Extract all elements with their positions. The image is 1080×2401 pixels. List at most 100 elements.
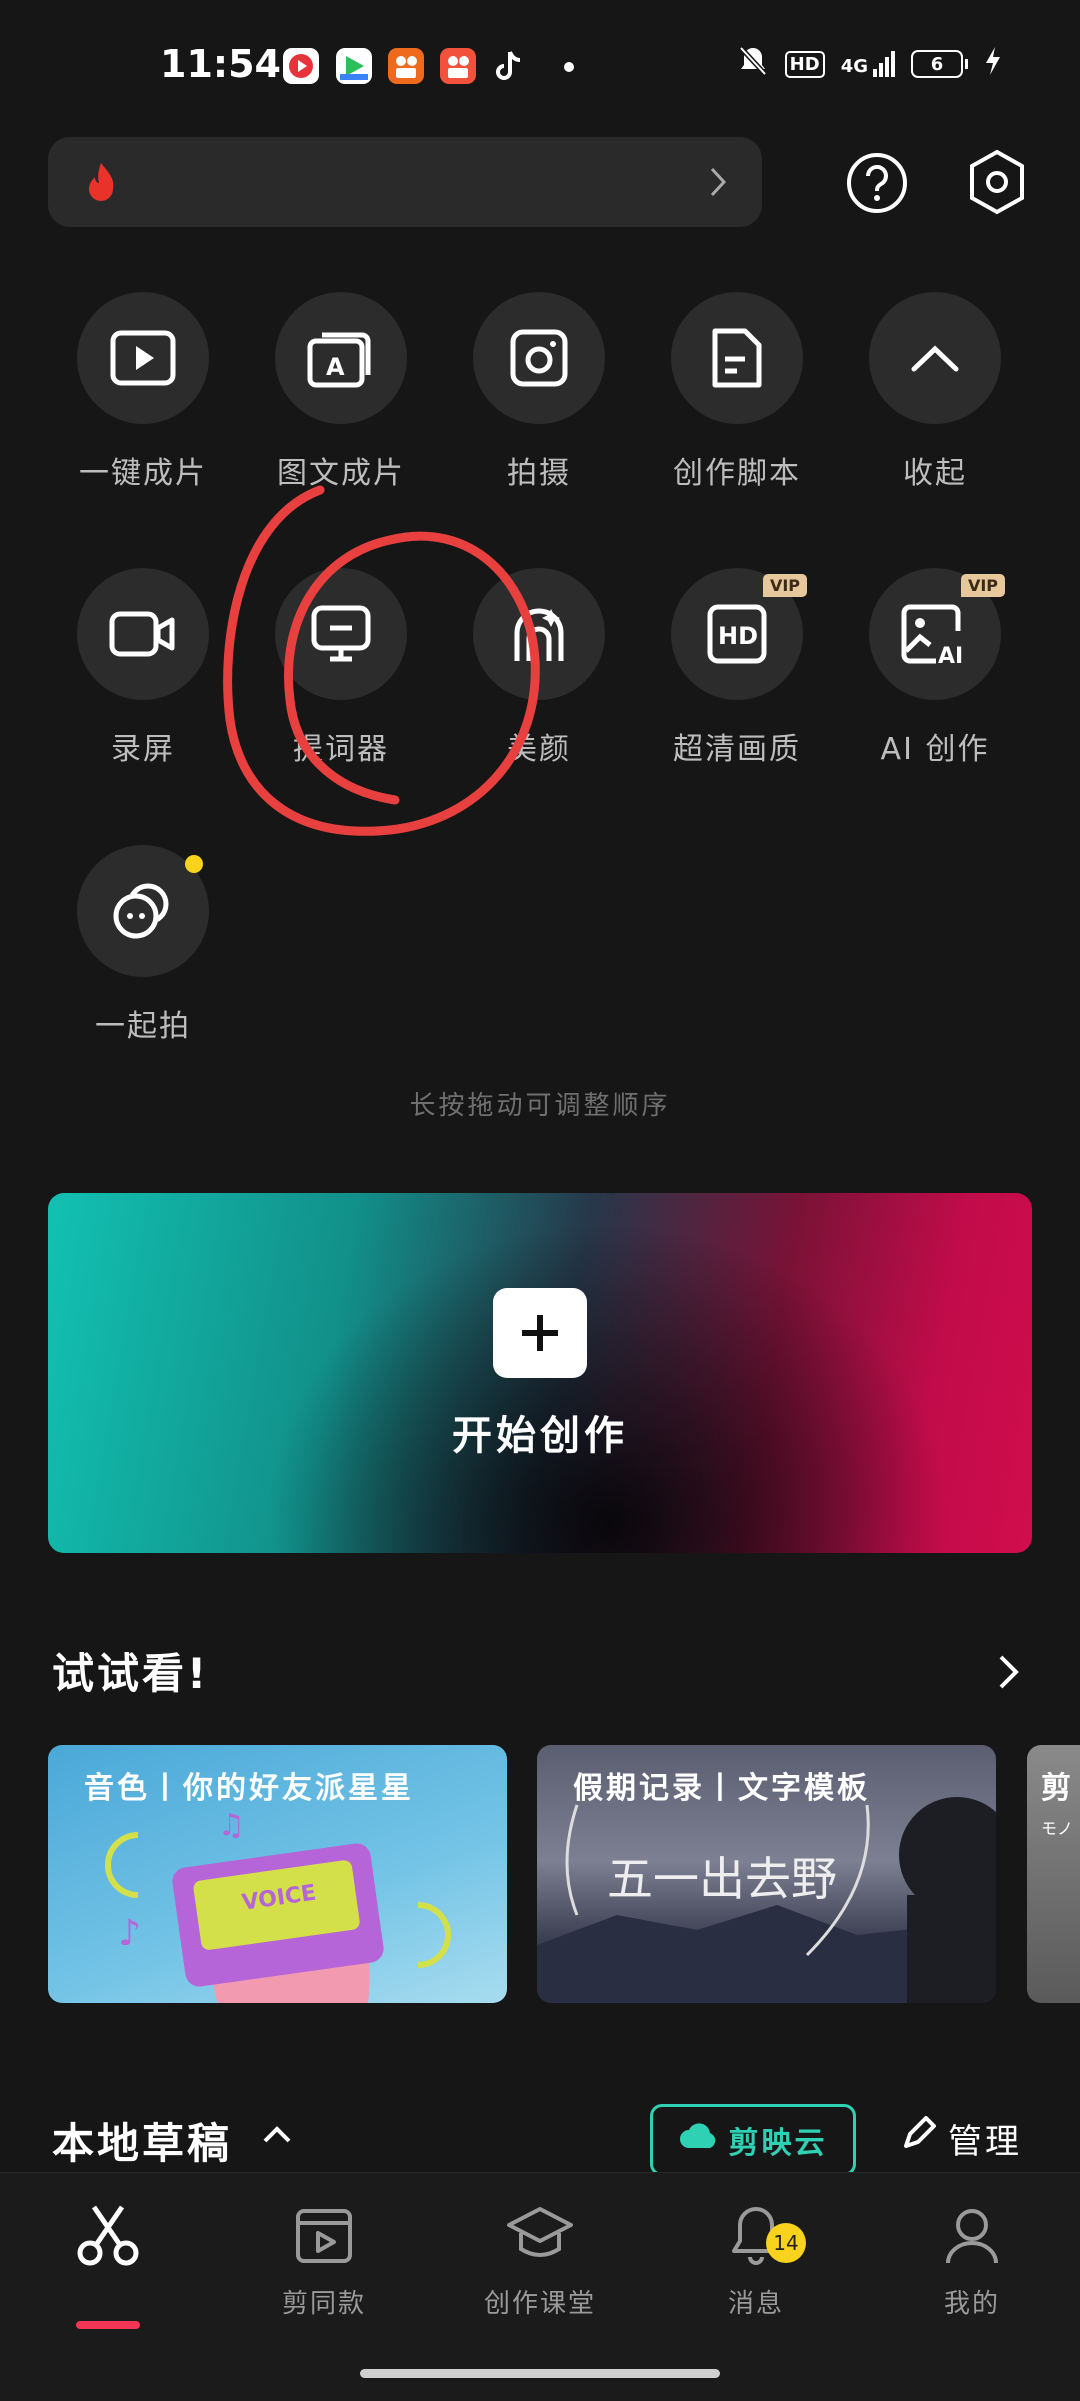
- chevron-right-icon: [708, 165, 728, 203]
- camera-icon: [473, 292, 605, 424]
- manage-button[interactable]: 管理: [900, 2114, 1022, 2163]
- charging-icon: [984, 45, 1002, 83]
- hd-voice-badge: HD: [784, 50, 825, 78]
- tool-text-to-video[interactable]: A 图文成片: [242, 292, 440, 492]
- beauty-icon: [473, 568, 605, 700]
- tool-label: 收起: [903, 456, 967, 491]
- template-card[interactable]: 剪 モノ: [1027, 1745, 1080, 2003]
- manage-label: 管理: [948, 2122, 1022, 2162]
- nav-classroom[interactable]: 创作课堂: [432, 2203, 648, 2320]
- teleprompter-icon: [275, 568, 407, 700]
- home-indicator[interactable]: [360, 2369, 720, 2378]
- new-dot-icon: [185, 855, 203, 873]
- chevron-up-icon[interactable]: [262, 2124, 292, 2148]
- hd-text: HD: [718, 622, 758, 650]
- art-title-text: 五一出去野: [607, 1852, 837, 1906]
- flame-icon: [86, 161, 116, 205]
- tool-hd-quality[interactable]: HD VIP 超清画质: [638, 568, 836, 768]
- nav-messages[interactable]: 14 消息: [648, 2203, 864, 2320]
- reorder-hint: 长按拖动可调整顺序: [409, 1091, 671, 1121]
- nav-label: 剪同款: [281, 2289, 366, 2319]
- nav-label: 我的: [943, 2289, 1000, 2319]
- tool-label: AI 创作: [880, 732, 990, 767]
- tool-screen-record[interactable]: 录屏: [44, 568, 242, 768]
- tool-label: 提词器: [293, 732, 389, 767]
- ai-image-icon: AI VIP: [869, 568, 1005, 700]
- tool-shoot[interactable]: 拍摄: [440, 292, 638, 492]
- tool-label: 拍摄: [507, 456, 571, 491]
- start-create-label: 开始创作: [452, 1413, 628, 1459]
- battery-level: 6: [911, 50, 963, 78]
- message-count-badge: 14: [766, 2223, 806, 2263]
- status-right: HD 4G 6: [737, 44, 1002, 84]
- script-document-icon: [671, 292, 803, 424]
- local-drafts-title[interactable]: 本地草稿: [52, 2110, 232, 2171]
- nav-edit[interactable]: [0, 2203, 216, 2329]
- template-video-icon: [292, 2209, 356, 2271]
- mute-bell-icon: [737, 44, 769, 84]
- tool-label: 一起拍: [95, 1009, 191, 1044]
- hexagon-settings-icon[interactable]: [962, 146, 1032, 216]
- tool-shoot-together[interactable]: 一起拍: [44, 845, 242, 1045]
- orange-app-icon: [388, 48, 424, 84]
- tiktok-icon: [492, 48, 528, 84]
- chevron-right-icon[interactable]: [996, 1652, 1022, 1696]
- hd-icon: HD VIP: [671, 568, 807, 700]
- vip-badge: VIP: [762, 574, 807, 597]
- tool-label: 超清画质: [673, 732, 801, 767]
- cloud-button[interactable]: 剪映云: [650, 2104, 856, 2176]
- chevron-up-icon: [869, 292, 1001, 424]
- nav-templates[interactable]: 剪同款: [216, 2203, 432, 2320]
- cloud-label: 剪映云: [728, 2126, 828, 2161]
- play-square-icon: [77, 292, 209, 424]
- card-title: 剪: [1041, 1771, 1074, 1806]
- video-camera-icon: [77, 568, 209, 700]
- red-play-app-icon: [283, 48, 319, 84]
- tool-label: 美颜: [507, 732, 571, 767]
- user-icon: [942, 2209, 1002, 2271]
- tool-one-click-video[interactable]: 一键成片: [44, 292, 242, 492]
- question-circle-icon[interactable]: [842, 148, 912, 218]
- signal-icon: 4G: [841, 51, 895, 77]
- ai-text: AI: [938, 644, 963, 665]
- start-create-banner[interactable]: 开始创作: [48, 1193, 1032, 1553]
- tool-label: 创作脚本: [673, 456, 801, 491]
- card-title: 假期记录丨文字模板: [573, 1771, 870, 1806]
- tool-beauty[interactable]: 美颜: [440, 568, 638, 768]
- active-indicator: [76, 2321, 140, 2329]
- pencil-icon: [900, 2116, 936, 2161]
- svg-text:♪: ♪: [118, 1913, 141, 1954]
- green-video-app-icon: [336, 48, 372, 84]
- tool-script[interactable]: 创作脚本: [638, 292, 836, 492]
- card-title: 音色丨你的好友派星星: [84, 1771, 414, 1806]
- plus-icon: [493, 1288, 587, 1378]
- svg-text:♫: ♫: [218, 1808, 245, 1843]
- tool-collapse[interactable]: 收起: [836, 292, 1034, 492]
- nav-label: 创作课堂: [483, 2289, 596, 2319]
- try-section-title: 试试看!: [52, 1649, 210, 1698]
- network-type: 4G: [840, 56, 868, 77]
- status-time: 11:54: [160, 42, 281, 86]
- tool-label: 图文成片: [277, 456, 405, 491]
- tool-label: 一键成片: [79, 456, 207, 491]
- template-card[interactable]: 五一出去野 假期记录丨文字模板: [537, 1745, 996, 2003]
- graduation-cap-icon: [505, 2207, 575, 2271]
- vip-badge: VIP: [960, 574, 1005, 597]
- text-to-video-icon: A: [275, 292, 407, 424]
- scissors-icon: [76, 2205, 140, 2271]
- shoot-together-icon: [77, 845, 209, 977]
- card-subtitle: モノ: [1041, 1819, 1074, 1838]
- nav-profile[interactable]: 我的: [864, 2203, 1080, 2320]
- tool-teleprompter[interactable]: 提词器: [242, 568, 440, 768]
- template-card[interactable]: VOICE ♪ ♫ 音色丨你的好友派星星: [48, 1745, 507, 2003]
- pink-app-icon: [440, 48, 476, 84]
- svg-text:A: A: [326, 353, 345, 381]
- tool-ai-create[interactable]: AI VIP AI 创作: [836, 568, 1034, 768]
- bottom-nav: 剪同款 创作课堂 14 消息 我的: [0, 2172, 1080, 2401]
- battery-icon: 6: [911, 50, 968, 78]
- notification-dot-icon: [564, 62, 574, 72]
- cloud-icon: [679, 2122, 719, 2158]
- nav-label: 消息: [727, 2289, 784, 2319]
- tool-label: 录屏: [111, 732, 175, 767]
- hot-search-bar[interactable]: [48, 137, 762, 227]
